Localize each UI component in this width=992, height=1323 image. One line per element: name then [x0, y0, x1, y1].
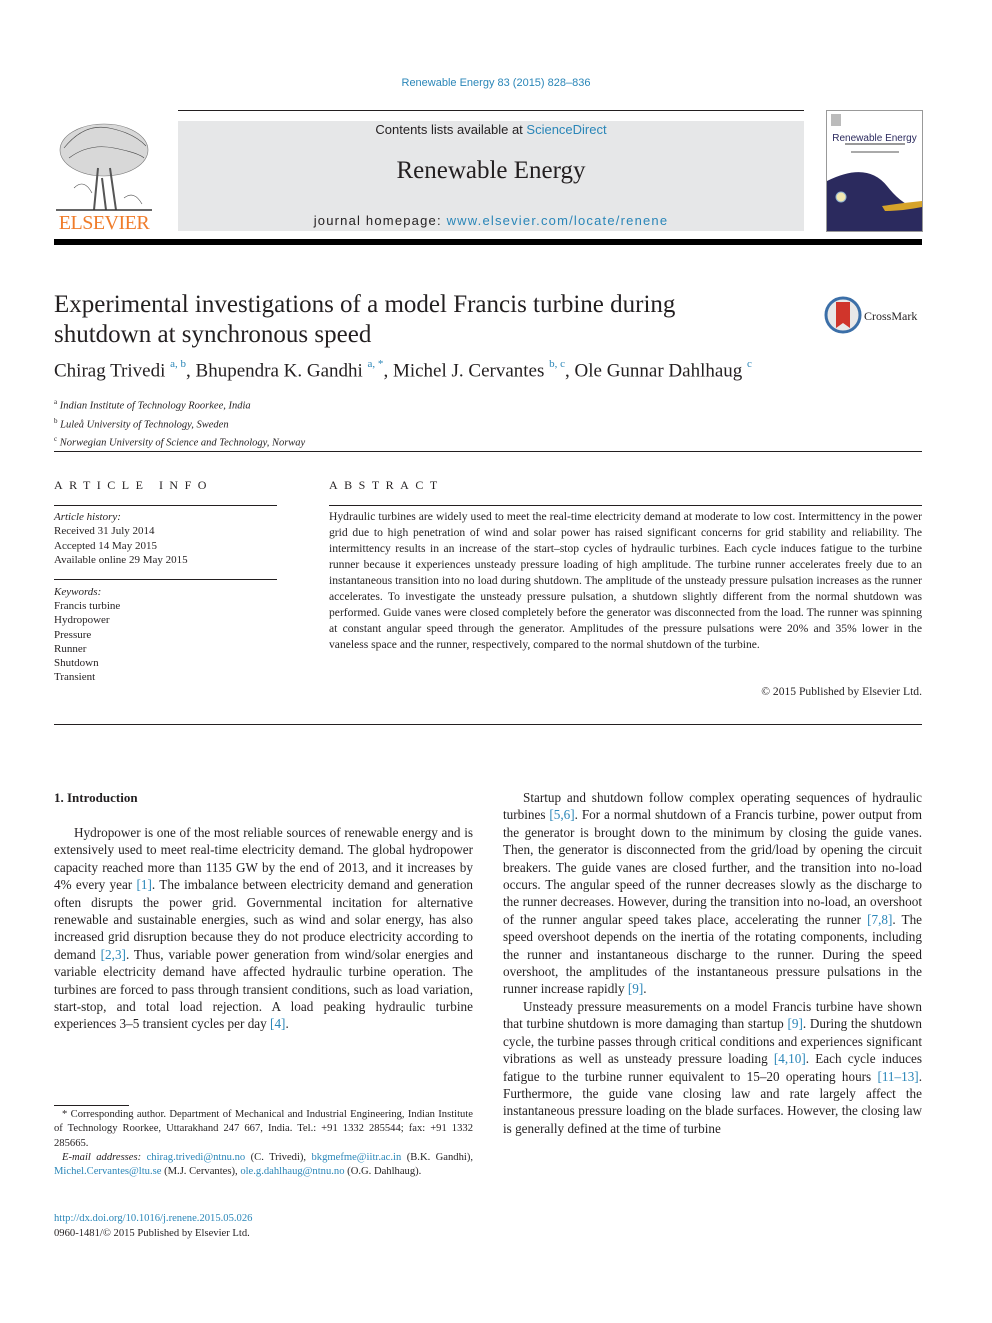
email-owner: (O.G. Dahlhaug).: [347, 1166, 422, 1178]
header-thick-rule: [54, 239, 922, 245]
citation-link[interactable]: [1]: [137, 877, 152, 892]
affiliation-text: Luleå University of Technology, Sweden: [60, 419, 229, 430]
text-run: . For a normal shutdown of a Francis tur…: [503, 807, 922, 927]
abstract-rule: [329, 505, 922, 506]
email-owner: (B.K. Gandhi),: [406, 1151, 474, 1163]
paper-title-line-2: shutdown at synchronous speed: [54, 321, 372, 348]
corresponding-author-note: * Corresponding author. Department of Me…: [54, 1109, 473, 1149]
email-link[interactable]: bkgmefme@iitr.ac.in: [312, 1152, 402, 1163]
text-run: .: [285, 1016, 289, 1032]
keyword-item: Pressure: [54, 628, 92, 641]
author-name[interactable]: Bhupendra K. Gandhi: [196, 360, 363, 381]
header-rule: [178, 110, 804, 111]
citation-link[interactable]: [9]: [787, 1016, 802, 1031]
author-affiliation-marks[interactable]: a, *: [368, 358, 384, 370]
keyword-item: Transient: [54, 671, 96, 684]
affiliation-item: a Indian Institute of Technology Roorkee…: [54, 395, 305, 414]
author-affiliation-marks[interactable]: b, c: [549, 358, 565, 370]
journal-homepage-link[interactable]: www.elsevier.com/locate/renene: [447, 213, 669, 228]
paper-title-line-1: Experimental investigations of a model F…: [54, 291, 676, 318]
paragraph: Hydropower is one of the most reliable s…: [54, 824, 473, 1033]
email-owner: (M.J. Cervantes),: [164, 1166, 238, 1178]
paper-title: Experimental investigations of a model F…: [54, 290, 794, 350]
article-history-label: Article history:: [54, 511, 121, 523]
citation-link[interactable]: [4]: [270, 1016, 285, 1031]
footnotes: * Corresponding author. Department of Me…: [54, 1108, 473, 1179]
article-history: Article history: Received 31 July 2014 A…: [54, 510, 188, 567]
text-run: .: [643, 981, 647, 997]
affiliation-mark: a: [54, 398, 58, 406]
doi-block: http://dx.doi.org/10.1016/j.renene.2015.…: [54, 1211, 252, 1241]
homepage-prefix: journal homepage:: [313, 213, 447, 228]
affiliation-mark: b: [54, 416, 58, 425]
abstract-text: Hydraulic turbines are widely used to me…: [329, 510, 922, 651]
author-list: Chirag Trivedi a, b, Bhupendra K. Gandhi…: [54, 358, 752, 382]
paragraph: Startup and shutdown follow complex oper…: [503, 789, 922, 998]
contents-prefix: Contents lists available at: [375, 122, 527, 137]
abstract-copyright: © 2015 Published by Elsevier Ltd.: [761, 685, 922, 698]
cover-artwork-icon: [827, 114, 922, 231]
journal-cover-image: Renewable Energy: [826, 110, 923, 232]
author-name[interactable]: Michel J. Cervantes: [393, 360, 544, 381]
citation-link[interactable]: [7,8]: [867, 912, 892, 927]
paragraph: Unsteady pressure measurements on a mode…: [503, 998, 922, 1137]
section-heading-introduction: 1. Introduction: [54, 790, 138, 805]
affiliation-text: Norwegian University of Science and Tech…: [59, 437, 306, 449]
doi-link[interactable]: http://dx.doi.org/10.1016/j.renene.2015.…: [54, 1211, 252, 1226]
history-item: Received 31 July 2014: [54, 525, 155, 538]
citation-link[interactable]: [4,10]: [774, 1051, 806, 1066]
author-name[interactable]: Ole Gunnar Dahlhaug: [575, 360, 743, 381]
author-affiliation-marks[interactable]: a, b: [170, 358, 186, 370]
email-owner: (C. Trivedi),: [250, 1151, 307, 1163]
email-link[interactable]: chirag.trivedi@ntnu.no: [147, 1152, 246, 1163]
affiliations: a Indian Institute of Technology Roorkee…: [54, 395, 305, 451]
article-info-rule: [54, 505, 277, 506]
journal-banner: Contents lists available at ScienceDirec…: [178, 121, 804, 231]
affiliation-item: c Norwegian University of Science and Te…: [54, 432, 305, 451]
citation-link[interactable]: [9]: [628, 981, 643, 996]
affiliation-text: Indian Institute of Technology Roorkee, …: [59, 400, 251, 412]
article-info-rule: [54, 579, 277, 580]
section-rule: [54, 451, 922, 452]
keyword-item: Shutdown: [54, 657, 99, 670]
keywords: Keywords: Francis turbine Hydropower Pre…: [54, 585, 120, 684]
affiliation-mark: c: [54, 435, 58, 443]
section-rule: [54, 724, 922, 725]
journal-homepage-line: journal homepage: www.elsevier.com/locat…: [178, 213, 804, 228]
cover-title: Renewable Energy: [832, 133, 917, 144]
body-column-right: Startup and shutdown follow complex oper…: [503, 789, 922, 1137]
sciencedirect-link[interactable]: ScienceDirect: [526, 122, 606, 137]
citation-link[interactable]: [11–13]: [877, 1069, 918, 1084]
citation-link[interactable]: [5,6]: [549, 807, 574, 822]
author-affiliation-marks[interactable]: c: [747, 358, 752, 370]
abstract-heading: ABSTRACT: [329, 478, 444, 492]
email-link[interactable]: Michel.Cervantes@ltu.se: [54, 1166, 161, 1177]
keyword-item: Francis turbine: [54, 600, 121, 613]
journal-citation-link[interactable]: Renewable Energy 83 (2015) 828–836: [0, 77, 992, 89]
email-addresses: E-mail addresses: chirag.trivedi@ntnu.no…: [54, 1151, 473, 1180]
history-item: Available online 29 May 2015: [54, 553, 188, 566]
article-info-heading: ARTICLE INFO: [54, 478, 213, 492]
issn-line: 0960-1481/© 2015 Published by Elsevier L…: [54, 1228, 250, 1239]
keyword-item: Runner: [54, 642, 87, 655]
history-item: Accepted 14 May 2015: [54, 539, 157, 552]
contents-line: Contents lists available at ScienceDirec…: [178, 122, 804, 137]
body-column-left: Hydropower is one of the most reliable s…: [54, 824, 473, 1033]
footnote-rule: [54, 1105, 129, 1106]
keyword-item: Hydropower: [54, 614, 110, 627]
email-link[interactable]: ole.g.dahlhaug@ntnu.no: [240, 1166, 344, 1177]
author-name[interactable]: Chirag Trivedi: [54, 360, 165, 381]
affiliation-item: b Luleå University of Technology, Sweden: [54, 414, 305, 433]
email-label: E-mail addresses:: [62, 1151, 142, 1163]
keywords-label: Keywords:: [54, 586, 102, 598]
citation-link[interactable]: [2,3]: [101, 947, 126, 962]
elsevier-wordmark: ELSEVIER: [58, 212, 150, 234]
journal-name: Renewable Energy: [396, 157, 586, 184]
crossmark-label[interactable]: CrossMark: [864, 309, 917, 324]
